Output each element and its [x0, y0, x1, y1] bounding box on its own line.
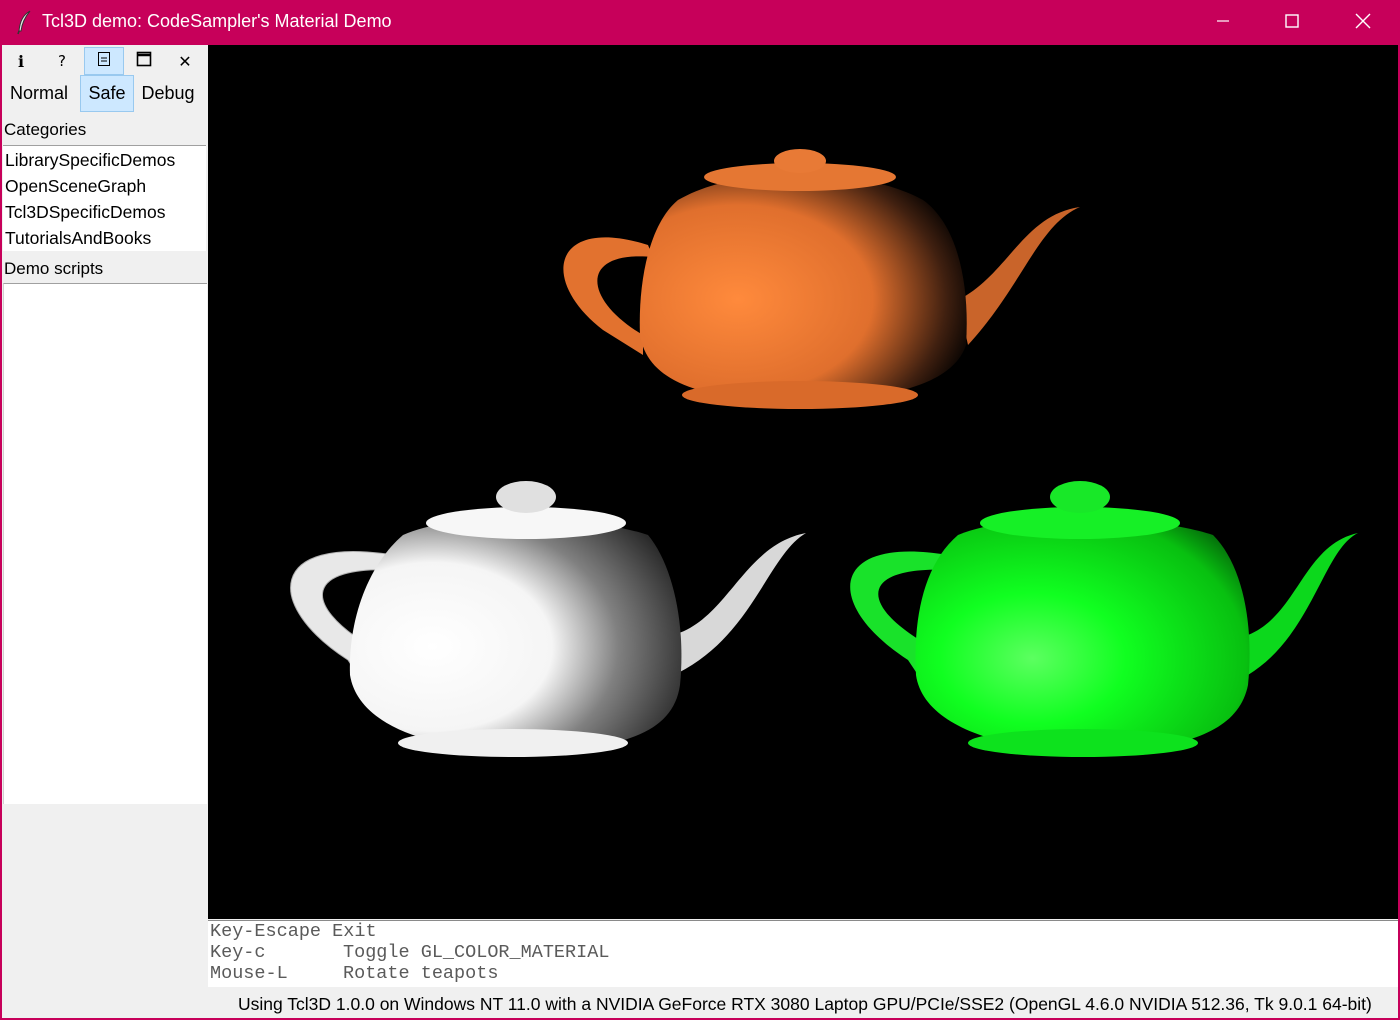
close-icon: ✕	[178, 51, 192, 71]
demo-scripts-label: Demo scripts	[4, 259, 104, 278]
mode-normal-button[interactable]: Normal	[2, 75, 76, 111]
teapot-white	[290, 481, 806, 757]
info-button[interactable]: i	[2, 47, 40, 75]
status-bar-text: Using Tcl3D 1.0.0 on Windows NT 11.0 wit…	[238, 994, 1372, 1014]
window-title: Tcl3D demo: CodeSampler's Material Demo	[42, 11, 392, 31]
demo-scripts-list[interactable]	[3, 283, 207, 804]
feather-icon	[14, 9, 34, 35]
opengl-view[interactable]	[208, 45, 1398, 919]
maximize-button[interactable]	[1257, 0, 1327, 45]
minimize-icon	[1215, 13, 1231, 33]
info-line: Key-c Toggle GL_COLOR_MATERIAL	[210, 942, 610, 963]
maximize-icon	[1284, 13, 1300, 33]
category-item[interactable]: TutorialsAndBooks	[5, 228, 151, 249]
key-help-box: Key-Escape Exit Key-c Toggle GL_COLOR_MAT…	[208, 920, 1398, 987]
category-item[interactable]: Tcl3DSpecificDemos	[5, 202, 165, 223]
mode-safe-button[interactable]: Safe	[80, 75, 134, 112]
document-icon	[97, 51, 111, 71]
minimize-button[interactable]	[1188, 0, 1258, 45]
close-window-button[interactable]	[1328, 0, 1398, 45]
help-icon: ?	[58, 52, 66, 70]
app-window: Tcl3D demo: CodeSampler's Material Demo …	[0, 0, 1400, 1020]
category-item[interactable]: OpenSceneGraph	[5, 176, 146, 197]
info-line: Mouse-L Rotate teapots	[210, 963, 499, 984]
document-button[interactable]	[84, 47, 124, 75]
info-line: Key-Escape Exit	[210, 921, 377, 942]
sidebar: i ? ✕ Normal Safe Debug Categories Libra…	[2, 45, 208, 985]
teapot-orange	[563, 149, 1080, 409]
category-item[interactable]: LibrarySpecificDemos	[5, 150, 175, 171]
categories-label: Categories	[4, 120, 87, 139]
close-icon	[1354, 12, 1372, 34]
window-button[interactable]	[125, 47, 163, 75]
title-bar[interactable]: Tcl3D demo: CodeSampler's Material Demo	[0, 0, 1400, 45]
teapot-scene	[290, 149, 1358, 757]
close-demo-button[interactable]: ✕	[166, 47, 204, 75]
info-icon: i	[17, 51, 25, 71]
categories-list[interactable]: LibrarySpecificDemos OpenSceneGraph Tcl3…	[3, 145, 206, 251]
teapot-green	[850, 481, 1358, 757]
client-area: i ? ✕ Normal Safe Debug Categories Libra…	[2, 45, 1398, 1018]
mode-debug-button[interactable]: Debug	[136, 75, 200, 111]
window-icon	[136, 51, 152, 71]
help-button[interactable]: ?	[43, 47, 81, 75]
